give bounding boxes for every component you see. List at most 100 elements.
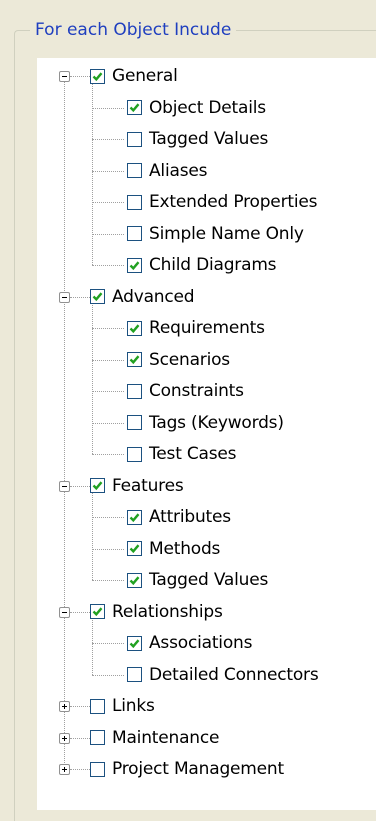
tree-connector <box>92 391 124 392</box>
tree-item-child-diagrams[interactable]: Child Diagrams <box>127 251 277 279</box>
minus-icon <box>62 485 67 487</box>
checkbox[interactable] <box>127 446 142 462</box>
tree-item-tags-keywords[interactable]: Tags (Keywords) <box>127 409 284 437</box>
tree-connector <box>64 76 65 769</box>
tree-item-relationships[interactable]: Relationships <box>90 598 223 626</box>
checkbox[interactable] <box>127 257 142 273</box>
tree-item-methods-label: Methods <box>149 538 221 559</box>
collapse-features-button[interactable] <box>59 480 70 492</box>
tree-connector <box>92 170 124 172</box>
tree-item-associations-label: Associations <box>149 633 253 653</box>
tree-connector <box>92 107 124 109</box>
checkbox[interactable] <box>90 698 105 714</box>
tree-connector <box>92 517 124 518</box>
tree-item-links-label: Links <box>112 696 155 716</box>
tree-item-detailed-connectors[interactable]: Detailed Connectors <box>127 661 319 689</box>
tree-connector <box>70 76 90 77</box>
tree-item-test-cases[interactable]: Test Cases <box>127 440 237 468</box>
tree-item-maintenance[interactable]: Maintenance <box>90 724 219 752</box>
tree-item-aliases[interactable]: Aliases <box>127 157 207 185</box>
checkbox[interactable] <box>127 352 142 367</box>
tree-connector <box>70 706 90 707</box>
tree-item-attributes[interactable]: Attributes <box>127 503 231 531</box>
tree-item-relationships-label: Relationships <box>112 601 223 622</box>
checkbox[interactable] <box>90 761 105 777</box>
checkbox[interactable] <box>127 226 142 241</box>
checkbox[interactable] <box>90 68 105 84</box>
checkbox[interactable] <box>127 383 142 399</box>
tree-item-advanced[interactable]: Advanced <box>90 283 195 311</box>
expand-links-button[interactable] <box>59 701 70 712</box>
checkbox[interactable] <box>127 194 142 210</box>
tree-item-project-management-label: Project Management <box>112 759 284 779</box>
checkbox[interactable] <box>127 100 142 115</box>
tree-item-test-cases-label: Test Cases <box>149 444 237 464</box>
groupbox-title: For each Object Incude <box>30 19 237 41</box>
checkbox[interactable] <box>90 730 105 745</box>
tree-connector <box>92 202 124 203</box>
tree-item-tagged-values[interactable]: Tagged Values <box>127 125 268 153</box>
tree-item-detailed-connectors-label: Detailed Connectors <box>149 664 319 685</box>
plus-icon-stem <box>64 735 65 741</box>
object-include-tree[interactable]: Object Details Tagged Values Aliases Extend… <box>37 58 376 810</box>
tree-item-requirements[interactable]: Requirements <box>127 314 265 342</box>
checkbox[interactable] <box>127 320 142 336</box>
tree-connector <box>92 548 124 550</box>
minus-icon <box>62 296 67 298</box>
checkbox[interactable] <box>127 572 142 588</box>
checkbox[interactable] <box>127 415 142 430</box>
tree-connector <box>92 454 124 455</box>
tree-connector <box>92 580 124 581</box>
tree-item-maintenance-label: Maintenance <box>112 727 220 748</box>
tree-item-tagged-values-label: Tagged Values <box>149 570 269 590</box>
tree-connector <box>92 139 124 140</box>
collapse-relationships-button[interactable] <box>59 606 70 618</box>
checkbox[interactable] <box>90 289 105 304</box>
checkbox[interactable] <box>127 541 142 556</box>
checkbox[interactable] <box>127 509 142 525</box>
checkbox[interactable] <box>90 478 105 493</box>
tree-connector <box>92 233 124 235</box>
tree-item-scenarios-label: Scenarios <box>149 349 230 370</box>
tree-item-tagged-values[interactable]: Tagged Values <box>127 566 268 594</box>
tree-item-associations[interactable]: Associations <box>127 629 252 657</box>
tree-item-attributes-label: Attributes <box>149 507 231 527</box>
collapse-advanced-button[interactable] <box>59 291 70 303</box>
checkbox[interactable] <box>127 667 142 682</box>
expand-maintenance-button[interactable] <box>59 732 70 744</box>
minus-icon <box>62 611 67 613</box>
checkbox[interactable] <box>127 131 142 147</box>
tree-connector <box>70 737 90 739</box>
tree-item-extended-properties[interactable]: Extended Properties <box>127 188 317 216</box>
tree-item-features-label: Features <box>112 475 184 496</box>
tree-item-object-details[interactable]: Object Details <box>127 94 266 122</box>
checkbox[interactable] <box>127 635 142 651</box>
tree-item-methods[interactable]: Methods <box>127 535 220 563</box>
tree-item-tags-keywords-label: Tags (Keywords) <box>149 412 284 433</box>
plus-icon-stem <box>64 704 65 709</box>
tree-connector <box>70 769 90 770</box>
tree-connector <box>92 674 124 676</box>
tree-item-constraints[interactable]: Constraints <box>127 377 244 405</box>
tree-connector <box>92 643 124 644</box>
minus-icon <box>62 76 67 77</box>
tree-item-project-management[interactable]: Project Management <box>90 755 284 783</box>
collapse-general-button[interactable] <box>59 71 70 82</box>
tree-item-extended-properties-label: Extended Properties <box>149 192 318 212</box>
tree-item-scenarios[interactable]: Scenarios <box>127 346 230 374</box>
checkbox[interactable] <box>90 604 105 619</box>
tree-connector <box>70 296 90 298</box>
checkbox[interactable] <box>127 163 142 178</box>
tree-item-simple-name-only-label: Simple Name Only <box>149 223 304 244</box>
tree-item-advanced-label: Advanced <box>112 286 195 307</box>
tree-item-general[interactable]: General <box>90 62 178 90</box>
tree-connector <box>92 359 124 361</box>
tree-connector <box>70 485 90 487</box>
plus-icon-stem <box>64 767 65 772</box>
tree-connector <box>92 328 124 329</box>
expand-project-management-button[interactable] <box>59 764 70 775</box>
tree-item-links[interactable]: Links <box>90 692 155 720</box>
tree-item-simple-name-only[interactable]: Simple Name Only <box>127 220 304 248</box>
tree-item-features[interactable]: Features <box>90 472 184 500</box>
tree-item-child-diagrams-label: Child Diagrams <box>149 255 277 275</box>
